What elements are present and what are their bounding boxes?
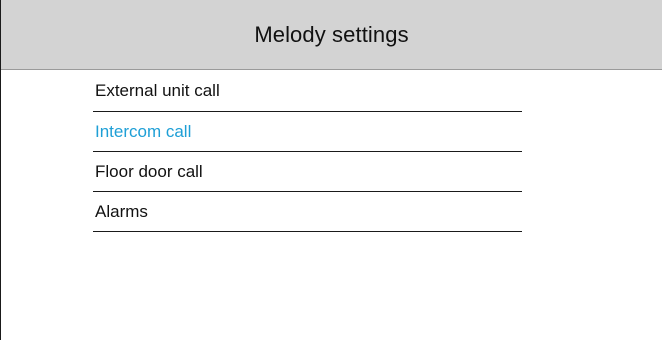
menu-item-external-unit-call[interactable]: External unit call [93, 71, 522, 112]
menu-item-floor-door-call[interactable]: Floor door call [93, 152, 522, 192]
page-title: Melody settings [254, 21, 409, 47]
menu-item-alarms[interactable]: Alarms [93, 192, 522, 232]
menu-item-intercom-call[interactable]: Intercom call [93, 112, 522, 152]
header-bar: Melody settings [1, 0, 662, 70]
melody-menu-list: External unit call Intercom call Floor d… [93, 71, 522, 232]
melody-settings-screen: Melody settings External unit call Inter… [0, 0, 662, 340]
